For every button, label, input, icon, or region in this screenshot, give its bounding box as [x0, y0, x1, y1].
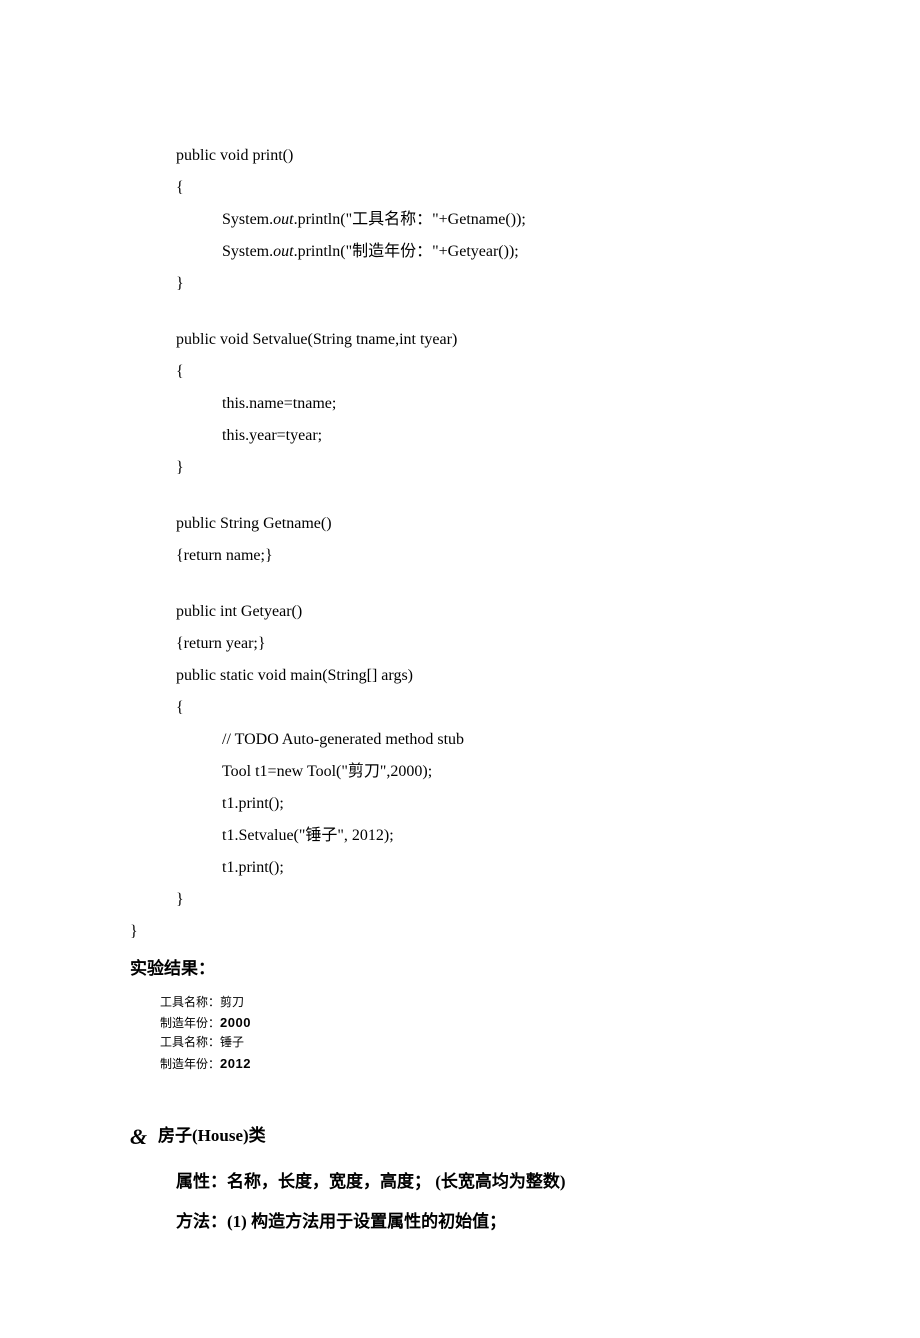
code-line: t1.print(); — [130, 852, 790, 884]
section-title-text: 房子(House)类 — [158, 1126, 266, 1145]
console-line: 制造年份：2000 — [160, 1013, 790, 1034]
console-value: 剪刀 — [220, 996, 244, 1010]
property-line: 属性：名称，长度，宽度，高度； (长宽高均为整数) — [130, 1165, 790, 1199]
console-output: 工具名称：剪刀 制造年份：2000 工具名称：锤子 制造年份：2012 — [160, 994, 790, 1075]
code-line: public String Getname() — [130, 508, 790, 540]
console-label: 工具名称： — [160, 1036, 220, 1050]
console-line: 工具名称：剪刀 — [160, 994, 790, 1013]
code-line: } — [130, 884, 790, 916]
code-line: } — [130, 452, 790, 484]
code-line: this.name=tname; — [130, 388, 790, 420]
code-text: System. — [222, 243, 273, 260]
blank-line — [130, 572, 790, 596]
section-title: &房子(House)类 — [130, 1115, 790, 1159]
code-line: Tool t1=new Tool("剪刀",2000); — [130, 756, 790, 788]
code-italic: out — [273, 211, 293, 228]
blank-line — [130, 484, 790, 508]
console-label: 工具名称： — [160, 996, 220, 1010]
console-label: 制造年份： — [160, 1017, 220, 1031]
code-line: } — [130, 268, 790, 300]
code-line: this.year=tyear; — [130, 420, 790, 452]
code-line: {return year;} — [130, 628, 790, 660]
result-heading: 实验结果： — [130, 952, 790, 986]
code-line: public int Getyear() — [130, 596, 790, 628]
hand-icon: & — [130, 1115, 154, 1159]
code-line: t1.print(); — [130, 788, 790, 820]
console-value: 2012 — [220, 1056, 251, 1071]
code-line: System.out.println("工具名称："+Getname()); — [130, 204, 790, 236]
code-text: .println("制造年份："+Getyear()); — [294, 243, 519, 260]
code-line: public void print() — [130, 140, 790, 172]
code-line: } — [130, 916, 790, 948]
blank-line — [130, 300, 790, 324]
console-value: 2000 — [220, 1015, 251, 1030]
console-value: 锤子 — [220, 1036, 244, 1050]
code-line: {return name;} — [130, 540, 790, 572]
code-text: .println("工具名称："+Getname()); — [294, 211, 526, 228]
code-italic: out — [273, 243, 293, 260]
code-line: public void Setvalue(String tname,int ty… — [130, 324, 790, 356]
code-line: { — [130, 172, 790, 204]
console-label: 制造年份： — [160, 1058, 220, 1072]
method-line: 方法：(1) 构造方法用于设置属性的初始值； — [130, 1205, 790, 1239]
console-line: 制造年份：2012 — [160, 1054, 790, 1075]
code-line: { — [130, 692, 790, 724]
code-line: // TODO Auto-generated method stub — [130, 724, 790, 756]
code-text: System. — [222, 211, 273, 228]
code-line: { — [130, 356, 790, 388]
console-line: 工具名称：锤子 — [160, 1034, 790, 1053]
code-line: t1.Setvalue("锤子", 2012); — [130, 820, 790, 852]
document-page: public void print() { System.out.println… — [0, 0, 920, 1338]
code-line: System.out.println("制造年份："+Getyear()); — [130, 236, 790, 268]
code-line: public static void main(String[] args) — [130, 660, 790, 692]
